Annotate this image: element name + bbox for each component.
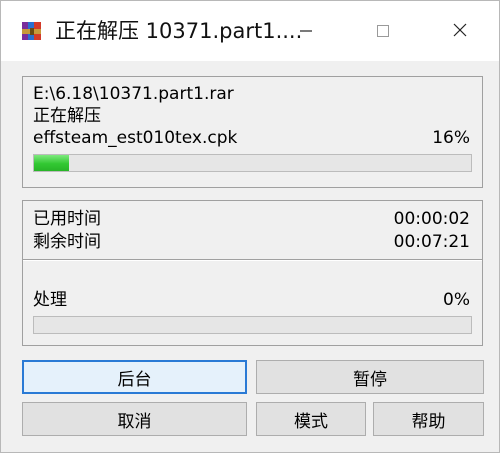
background-button[interactable]: 后台	[22, 360, 247, 394]
help-button[interactable]: 帮助	[373, 402, 484, 436]
time-group: 已用时间 00:00:02 剩余时间 00:07:21 处理 0%	[22, 200, 483, 346]
process-progress-bar	[33, 316, 472, 334]
elapsed-label: 已用时间	[33, 209, 101, 229]
minimize-icon	[299, 23, 313, 42]
extraction-dialog: 正在解压 10371.part1.... E:\6.18\10371.part1…	[0, 0, 500, 453]
title-bar[interactable]: 正在解压 10371.part1....	[1, 1, 499, 61]
mode-button[interactable]: 模式	[256, 402, 366, 436]
elapsed-value: 00:00:02	[393, 209, 470, 229]
maximize-icon	[376, 23, 390, 42]
pause-button[interactable]: 暂停	[256, 360, 484, 394]
file-progress-bar	[33, 154, 472, 172]
divider	[23, 259, 482, 261]
remaining-value: 00:07:21	[393, 232, 470, 252]
file-progress-group: E:\6.18\10371.part1.rar 正在解压 effsteam_es…	[22, 76, 483, 188]
remaining-label: 剩余时间	[33, 232, 101, 252]
archive-path: E:\6.18\10371.part1.rar	[33, 84, 234, 104]
process-label: 处理	[33, 290, 67, 310]
process-percent: 0%	[443, 290, 470, 310]
minimize-button[interactable]	[289, 15, 323, 49]
window-title: 正在解压 10371.part1....	[55, 19, 303, 43]
close-icon	[452, 22, 468, 42]
winrar-books-icon	[21, 20, 43, 42]
file-progress-fill	[34, 155, 69, 171]
close-button[interactable]	[443, 15, 477, 49]
file-percent: 16%	[432, 128, 470, 148]
maximize-button[interactable]	[366, 15, 400, 49]
cancel-button[interactable]: 取消	[22, 402, 247, 436]
status-label: 正在解压	[33, 106, 101, 126]
current-file-name: effsteam_est010tex.cpk	[33, 128, 238, 148]
